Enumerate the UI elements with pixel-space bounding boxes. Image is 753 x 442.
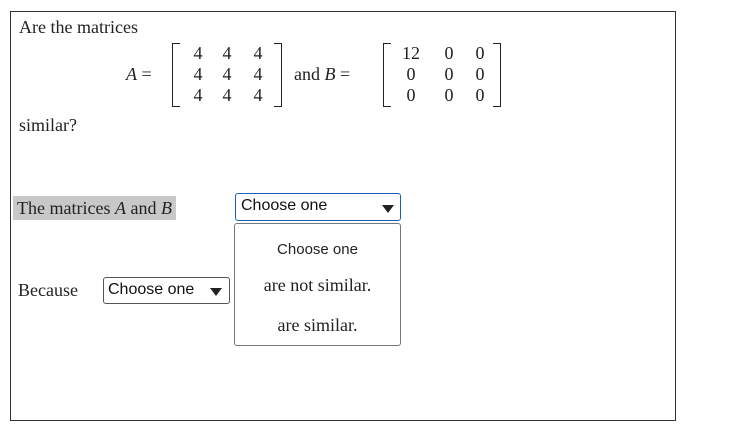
matrix-b-cell: 0 — [444, 85, 454, 105]
matrix-a-left-bracket — [172, 43, 180, 107]
matrix-a-cell: 4 — [193, 64, 203, 84]
answer1-prefix: The matrices A and B — [13, 196, 176, 220]
matrix-b-cell: 0 — [475, 43, 485, 63]
matrix-a-equation-label: A = — [126, 64, 152, 85]
question-intro: Are the matrices — [19, 17, 138, 37]
matrix-b-equation-label: and B = — [294, 64, 350, 85]
dropdown-option-choose-one[interactable]: Choose one — [235, 241, 400, 258]
matrix-a-cell: 4 — [253, 85, 263, 105]
equals-sign-b: = — [340, 64, 351, 84]
question-outro: similar? — [19, 115, 77, 135]
dropdown-option-not-similar[interactable]: are not similar. — [235, 275, 400, 296]
matrix-b-cell: 0 — [475, 85, 485, 105]
similarity-dropdown-menu: Choose one are not similar. are similar. — [234, 223, 401, 346]
matrix-b-label: B — [324, 64, 336, 84]
matrix-b-cell: 0 — [406, 85, 416, 105]
equals-sign-a: = — [141, 64, 152, 84]
matrix-a-right-bracket — [274, 43, 282, 107]
matrix-a-cell: 4 — [222, 43, 232, 63]
matrix-b-cell: 0 — [444, 64, 454, 84]
answer1-a: A — [114, 198, 126, 218]
chevron-down-icon — [382, 205, 394, 213]
matrix-b-left-bracket — [383, 43, 391, 107]
matrix-b-cell: 12 — [402, 43, 420, 63]
matrix-a-cell: 4 — [253, 43, 263, 63]
answer1-text: The matrices — [17, 198, 111, 218]
matrix-a-cell: 4 — [253, 64, 263, 84]
matrix-a-label: A — [126, 64, 137, 84]
because-label: Because — [18, 280, 78, 300]
dropdown-option-similar[interactable]: are similar. — [235, 315, 400, 336]
reason-select[interactable]: Choose one — [103, 277, 230, 304]
matrix-b-right-bracket — [493, 43, 501, 107]
matrix-b-cell: 0 — [406, 64, 416, 84]
matrix-a-cell: 4 — [222, 64, 232, 84]
similarity-select-value: Choose one — [241, 197, 328, 214]
matrix-a-cell: 4 — [222, 85, 232, 105]
similarity-select[interactable]: Choose one — [235, 193, 401, 221]
matrix-b-cell: 0 — [475, 64, 485, 84]
matrix-b: 12 0 0 0 0 0 0 0 0 — [383, 43, 501, 107]
answer1-and: and — [130, 198, 157, 218]
answer1-b: B — [160, 198, 172, 218]
reason-select-value: Choose one — [108, 281, 195, 298]
and-connector: and — [294, 64, 320, 84]
matrix-a: 4 4 4 4 4 4 4 4 4 — [172, 43, 282, 107]
matrix-a-cell: 4 — [193, 85, 203, 105]
matrix-a-cell: 4 — [193, 43, 203, 63]
chevron-down-icon — [210, 288, 222, 296]
matrix-b-cell: 0 — [444, 43, 454, 63]
